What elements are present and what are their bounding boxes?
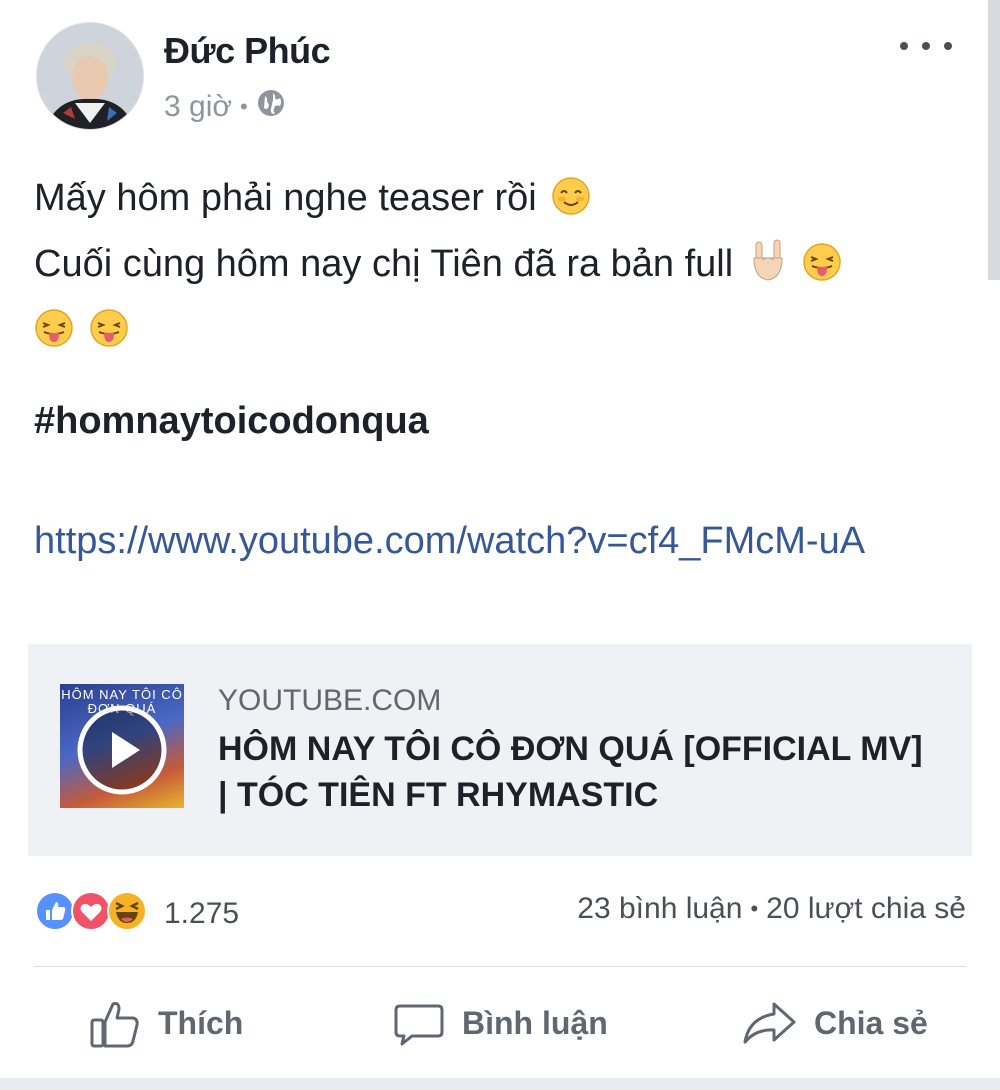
globe-icon (256, 88, 286, 126)
author-avatar[interactable] (36, 22, 144, 130)
youtube-link[interactable]: https://www.youtube.com/watch?v=cf4_FMcM… (34, 512, 974, 570)
more-dot (900, 42, 908, 50)
hashtag-link[interactable]: #homnaytoicodonqua (34, 400, 429, 443)
post-text: Mấy hôm phải nghe teaser rồi Cuối cùng h… (34, 168, 974, 366)
share-label: Chia sẻ (814, 1004, 928, 1041)
smiling-blush-emoji (551, 174, 591, 234)
comment-button[interactable]: Bình luận (392, 986, 608, 1060)
tongue-out-emoji (89, 306, 129, 366)
post-meta: 3 giờ • (164, 88, 286, 126)
post-stats: 1.275 23 bình luận • 20 lượt chia sẻ (34, 886, 966, 936)
post-actions: Thích Bình luận Chia sẻ (0, 986, 1000, 1060)
more-dot (922, 42, 930, 50)
share-arrow-icon (743, 1002, 796, 1044)
rock-on-hand-emoji (748, 238, 788, 300)
haha-reaction-icon (106, 890, 148, 937)
share-count[interactable]: 20 lượt chia sẻ (766, 892, 966, 926)
tongue-out-emoji (802, 240, 842, 300)
facebook-post: Đức Phúc 3 giờ • Mấy hôm phải nghe tease… (0, 0, 1000, 1090)
like-label: Thích (158, 1004, 244, 1041)
scrollbar[interactable] (988, 0, 1000, 280)
video-thumbnail[interactable]: HÔM NAY TÔI CÔ ĐƠN QUÁ (60, 684, 184, 808)
link-preview-card[interactable]: HÔM NAY TÔI CÔ ĐƠN QUÁ YOUTUBE.COM HÔM N… (28, 644, 972, 856)
comment-label: Bình luận (462, 1004, 608, 1041)
more-dot (944, 42, 952, 50)
comment-count[interactable]: 23 bình luận (577, 892, 742, 926)
post-text-line-2: Cuối cùng hôm nay chị Tiên đã ra bản ful… (34, 234, 974, 300)
reaction-count[interactable]: 1.275 (164, 897, 239, 931)
post-text-line-1: Mấy hôm phải nghe teaser rồi (34, 168, 974, 234)
play-icon[interactable] (74, 702, 170, 803)
preview-domain: YOUTUBE.COM (218, 684, 442, 717)
engagement-counts: 23 bình luận • 20 lượt chia sẻ (577, 892, 966, 926)
meta-separator: • (240, 94, 248, 119)
share-button[interactable]: Chia sẻ (740, 986, 928, 1060)
counts-separator: • (750, 896, 759, 921)
post-text-line-1-content: Mấy hôm phải nghe teaser rồi (34, 177, 537, 219)
post-time[interactable]: 3 giờ (164, 90, 232, 124)
feed-separator (0, 1078, 1000, 1090)
preview-title[interactable]: HÔM NAY TÔI CÔ ĐƠN QUÁ [OFFICIAL MV] | T… (218, 726, 938, 818)
thumbs-up-icon (90, 1002, 139, 1048)
reactions-summary[interactable]: 1.275 (34, 890, 239, 937)
actions-divider (34, 966, 966, 967)
post-text-line-3 (34, 300, 974, 366)
post-text-line-2-content: Cuối cùng hôm nay chị Tiên đã ra bản ful… (34, 243, 734, 285)
like-button[interactable]: Thích (88, 986, 243, 1060)
tongue-out-emoji (34, 306, 74, 366)
more-options-button[interactable] (900, 26, 952, 66)
speech-bubble-icon (394, 1004, 444, 1046)
author-name[interactable]: Đức Phúc (164, 30, 331, 72)
